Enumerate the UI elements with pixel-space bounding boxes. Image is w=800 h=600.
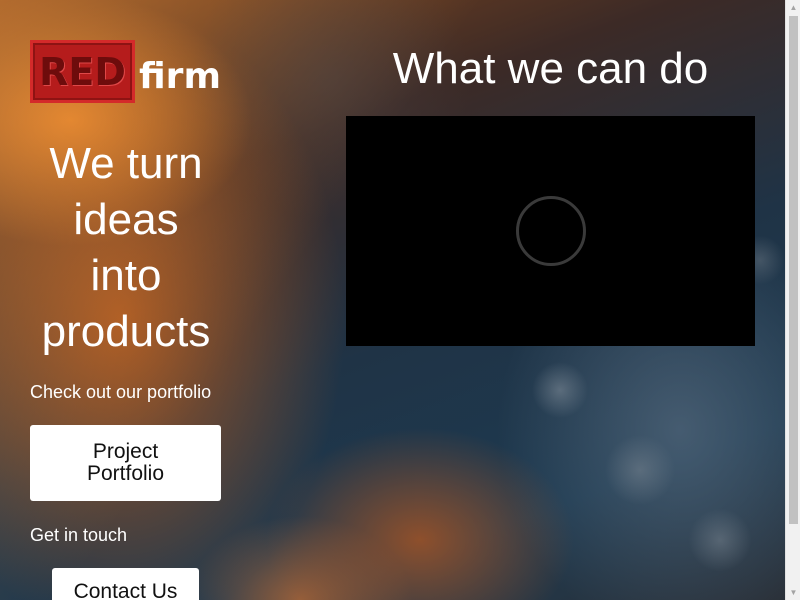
headline-line: products xyxy=(41,307,211,356)
video-player[interactable] xyxy=(346,116,755,346)
chevron-down-icon[interactable]: ▼ xyxy=(786,585,800,600)
logo-red-text: RED xyxy=(39,49,126,94)
project-portfolio-button-label: Project Portfolio xyxy=(87,441,164,485)
loading-spinner-icon xyxy=(516,196,586,266)
headline-line: into xyxy=(90,251,162,300)
logo[interactable]: RED firm xyxy=(30,40,221,103)
headline-line: ideas xyxy=(73,195,179,244)
scrollbar-thumb[interactable] xyxy=(789,16,798,524)
project-portfolio-button[interactable]: Project Portfolio xyxy=(30,425,221,501)
portfolio-label: Check out our portfolio xyxy=(30,382,212,402)
contact-us-button-label: Contact Us xyxy=(73,580,178,600)
logo-red-box: RED xyxy=(30,40,135,103)
chevron-up-icon[interactable]: ▲ xyxy=(786,0,800,15)
contact-label: Get in touch xyxy=(30,525,128,545)
button-label-line: Project xyxy=(92,440,159,463)
services-title: What we can do xyxy=(392,44,709,93)
button-label-line: Portfolio xyxy=(86,462,165,485)
hero-headline: We turn ideas into products xyxy=(30,136,222,360)
contact-us-button[interactable]: Contact Us xyxy=(52,568,199,600)
logo-firm-text: firm xyxy=(139,56,221,97)
vertical-scrollbar[interactable]: ▲ ▼ xyxy=(785,0,800,600)
headline-line: We turn xyxy=(49,139,203,188)
